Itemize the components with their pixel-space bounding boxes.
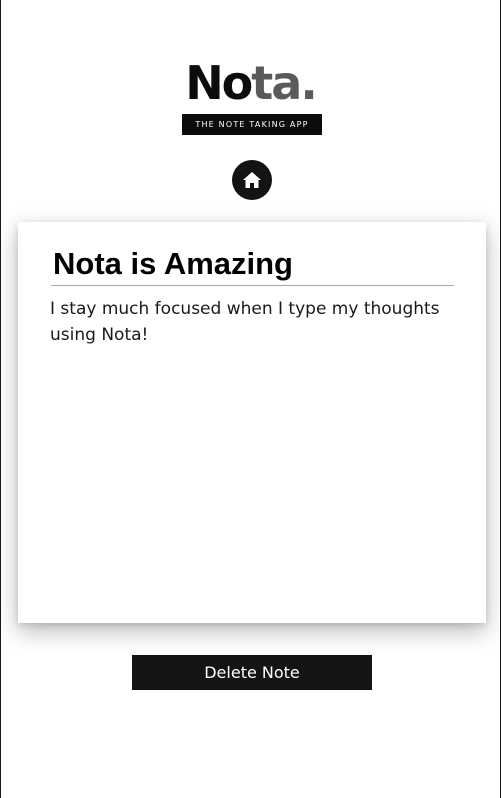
app-logo: Nota. [1,58,500,108]
home-icon [243,172,261,188]
delete-note-button[interactable]: Delete Note [132,655,372,690]
note-card: I stay much focused when I type my thoug… [18,222,486,623]
app-frame: Nota. THE NOTE TAKING APP I stay much fo… [0,0,501,798]
logo-text-primary: No [185,56,253,110]
home-button[interactable] [232,160,272,200]
logo-text-accent: ta. [251,56,318,110]
note-body-textarea[interactable]: I stay much focused when I type my thoug… [50,296,460,596]
note-title-input[interactable] [51,242,454,286]
app-tagline: THE NOTE TAKING APP [182,114,322,135]
